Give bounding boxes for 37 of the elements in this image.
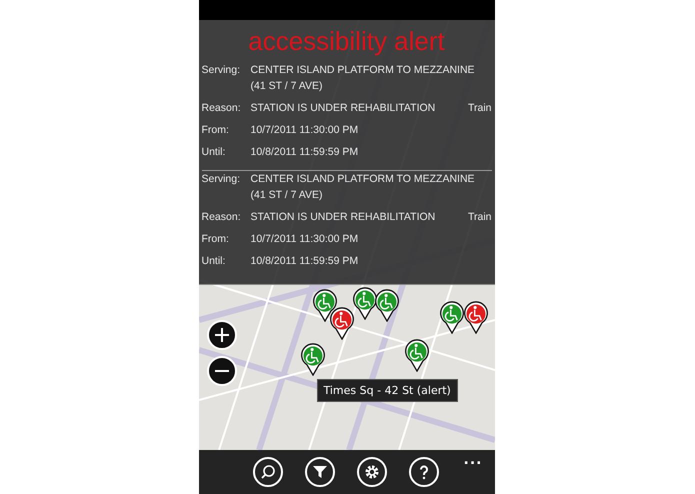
field-label: Until:: [202, 254, 226, 269]
help-button[interactable]: [408, 457, 438, 487]
field-label: Until:: [202, 145, 226, 160]
wheelchair-pin-icon[interactable]: [328, 307, 354, 340]
field-extra: Train: [468, 101, 492, 116]
minus-icon: [214, 370, 230, 372]
settings-button[interactable]: [356, 457, 386, 487]
wheelchair-pin-icon[interactable]: [300, 343, 326, 376]
field-label: Serving:: [202, 63, 242, 78]
wheelchair-pin-icon[interactable]: [462, 301, 488, 334]
field-value: 10/8/2011 11:59:59 PM: [250, 254, 360, 269]
field-value: STATION IS UNDER REHABILITATION: [250, 101, 436, 116]
field-value: 10/7/2011 11:30:00 PM: [250, 232, 360, 247]
field-value: STATION IS UNDER REHABILITATION: [250, 210, 436, 225]
field-extra: Train: [468, 210, 492, 225]
settings-icon: [364, 464, 380, 480]
filter-button[interactable]: [304, 457, 334, 487]
alert-title: accessibility alert: [247, 25, 446, 58]
wheelchair-pin-icon[interactable]: [404, 339, 430, 372]
plus-icon: [214, 327, 230, 343]
field-label: Serving:: [202, 172, 242, 187]
more-menu-button[interactable]: ...: [464, 452, 482, 468]
station-tooltip: Times Sq - 42 St (alert): [316, 379, 458, 402]
field-label: From:: [202, 123, 230, 138]
field-value: CENTER ISLAND PLATFORM TO MEZZANINE (41 ST / 7 AVE): [250, 172, 476, 203]
field-label: From:: [202, 232, 230, 247]
filter-icon: [312, 464, 328, 480]
wheelchair-pin-icon[interactable]: [438, 301, 464, 334]
wheelchair-pin-icon[interactable]: [374, 289, 400, 322]
field-label: Reason:: [202, 101, 242, 116]
field-value: 10/8/2011 11:59:59 PM: [250, 145, 360, 160]
search-button[interactable]: [252, 457, 282, 487]
field-value: CENTER ISLAND PLATFORM TO MEZZANINE (41 ST / 7 AVE): [250, 63, 476, 94]
wheelchair-pin-icon[interactable]: [352, 287, 378, 320]
search-icon: [260, 464, 276, 480]
field-label: Reason:: [202, 210, 242, 225]
field-value: 10/7/2011 11:30:00 PM: [250, 123, 360, 138]
